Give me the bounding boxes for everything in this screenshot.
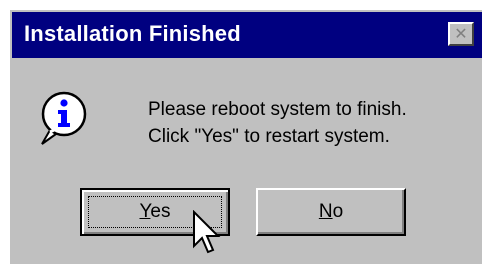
information-icon bbox=[41, 91, 87, 145]
message-line-2: Click "Yes" to restart system. bbox=[148, 126, 390, 147]
title-bar[interactable]: Installation Finished ✕ bbox=[12, 12, 482, 58]
dialog-title: Installation Finished bbox=[24, 21, 241, 46]
mouse-pointer-icon bbox=[193, 210, 221, 254]
no-button-label: No bbox=[319, 201, 343, 223]
close-icon: ✕ bbox=[454, 24, 468, 43]
no-button[interactable]: No bbox=[256, 188, 406, 236]
installation-finished-dialog: Installation Finished ✕ Please reboot sy… bbox=[8, 8, 482, 264]
message-line-1: Please reboot system to finish. bbox=[148, 99, 407, 120]
no-label-rest: o bbox=[332, 201, 344, 222]
message-text: Please reboot system to finish. Click "Y… bbox=[148, 96, 407, 150]
no-mnemonic: N bbox=[318, 201, 333, 222]
close-button[interactable]: ✕ bbox=[448, 22, 474, 46]
